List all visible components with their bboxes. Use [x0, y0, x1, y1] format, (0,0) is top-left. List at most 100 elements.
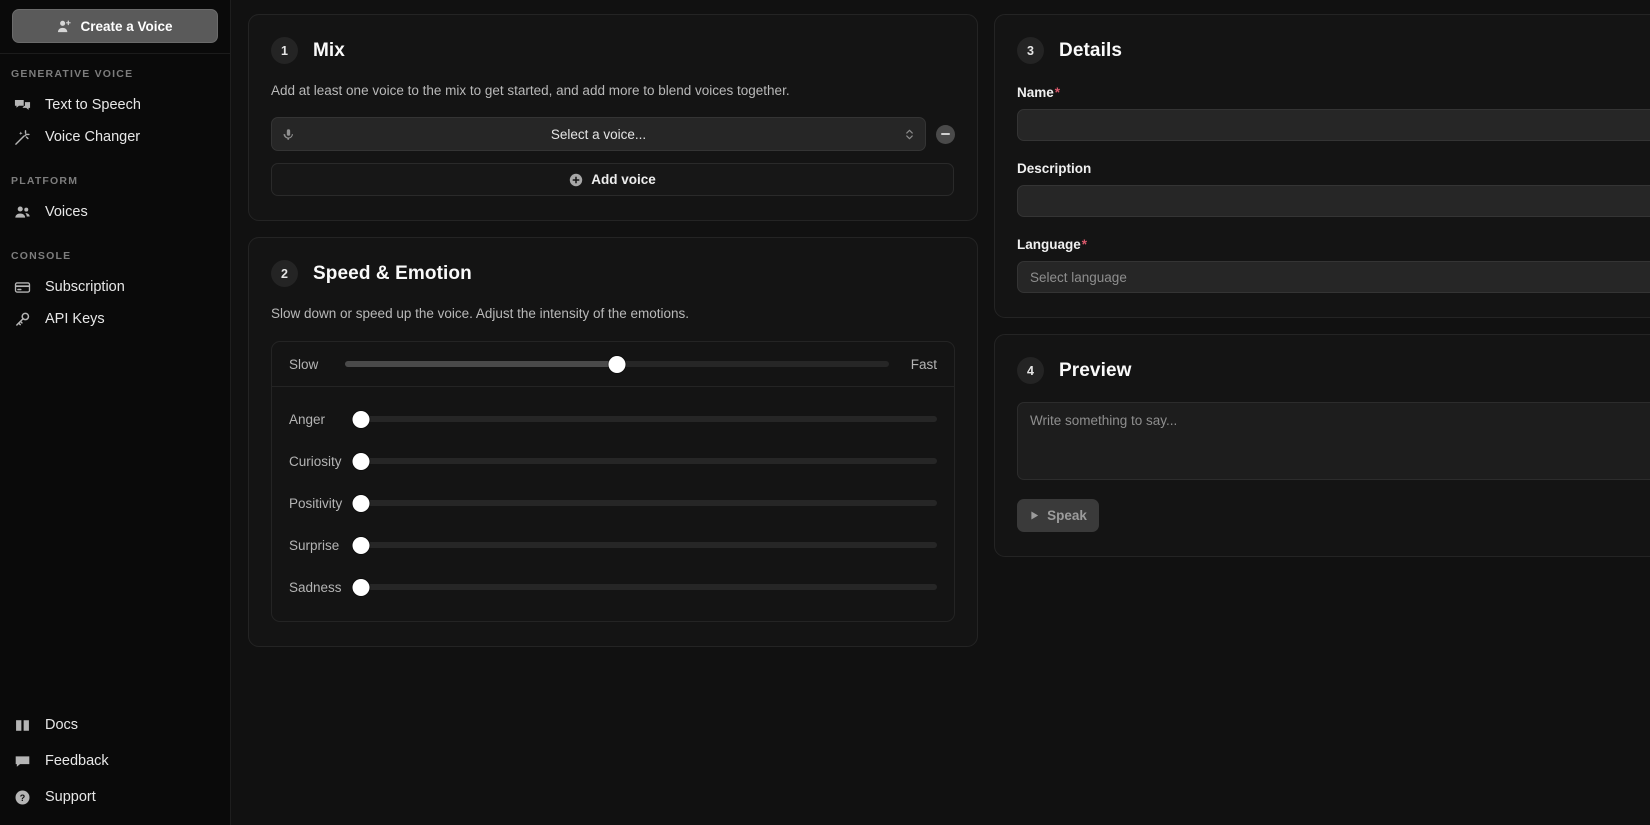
details-card: 3 Details Name* Description Language* Se… — [994, 14, 1650, 318]
microphone-icon — [282, 128, 295, 141]
add-voice-button[interactable]: Add voice — [271, 163, 954, 196]
left-column: 1 Mix Add at least one voice to the mix … — [248, 14, 978, 811]
sidebar-item-feedback[interactable]: Feedback — [0, 743, 230, 779]
emotion-label: Sadness — [289, 580, 361, 595]
slider-track — [361, 416, 937, 422]
speech-bubbles-icon — [12, 97, 32, 114]
name-input[interactable] — [1017, 109, 1650, 141]
details-header: 3 Details — [1017, 37, 1650, 64]
emotion-slider-sadness[interactable] — [361, 578, 937, 596]
sidebar-item-text-to-speech[interactable]: Text to Speech — [0, 89, 230, 121]
emotion-label: Curiosity — [289, 454, 361, 469]
sidebar-item-subscription[interactable]: Subscription — [0, 271, 230, 303]
sidebar-item-voice-changer[interactable]: Voice Changer — [0, 121, 230, 153]
play-icon — [1029, 510, 1040, 521]
credit-card-icon — [12, 279, 32, 296]
add-voice-label: Add voice — [591, 172, 656, 187]
sidebar-item-label: Feedback — [45, 753, 109, 769]
sidebar-group-label: GENERATIVE VOICE — [0, 68, 230, 80]
right-column: 3 Details Name* Description Language* Se… — [994, 14, 1650, 811]
speak-label: Speak — [1047, 508, 1087, 523]
language-field-label: Language* — [1017, 237, 1650, 252]
slider-thumb[interactable] — [353, 537, 370, 554]
mix-header: 1 Mix — [271, 37, 955, 64]
emotion-slider-surprise[interactable] — [361, 536, 937, 554]
speed-slider-row: Slow Fast — [272, 342, 954, 387]
voice-select-dropdown[interactable]: Select a voice... — [271, 117, 926, 151]
speed-emotion-card: 2 Speed & Emotion Slow down or speed up … — [248, 237, 978, 647]
sidebar-header: Create a Voice — [0, 0, 230, 54]
create-a-voice-button[interactable]: Create a Voice — [12, 9, 218, 43]
preview-title: Preview — [1059, 360, 1132, 382]
step-badge-1: 1 — [271, 37, 298, 64]
question-circle-icon: ? — [12, 789, 32, 806]
step-badge-2: 2 — [271, 260, 298, 287]
app-root: Create a Voice GENERATIVE VOICE Text to … — [0, 0, 1650, 825]
description-field-label: Description — [1017, 161, 1650, 176]
sidebar: Create a Voice GENERATIVE VOICE Text to … — [0, 0, 231, 825]
emotion-slider-curiosity[interactable] — [361, 452, 937, 470]
emotion-slider-anger[interactable] — [361, 410, 937, 428]
sidebar-item-docs[interactable]: Docs — [0, 707, 230, 743]
emotion-label: Anger — [289, 412, 361, 427]
speed-emotion-header: 2 Speed & Emotion — [271, 260, 955, 287]
sidebar-item-label: Voices — [45, 204, 88, 220]
speed-emotion-title: Speed & Emotion — [313, 263, 472, 285]
mix-card: 1 Mix Add at least one voice to the mix … — [248, 14, 978, 221]
slider-thumb[interactable] — [353, 411, 370, 428]
sidebar-item-label: Support — [45, 789, 96, 805]
mix-description: Add at least one voice to the mix to get… — [271, 83, 955, 98]
slider-thumb[interactable] — [353, 579, 370, 596]
sidebar-group-generative-voice: GENERATIVE VOICE Text to Speech — [0, 68, 230, 153]
main-content: 1 Mix Add at least one voice to the mix … — [231, 0, 1650, 825]
sidebar-item-api-keys[interactable]: API Keys — [0, 303, 230, 335]
minus-circle-icon — [941, 133, 950, 135]
sidebar-group-platform: PLATFORM Voices — [0, 175, 230, 228]
language-required-marker: * — [1082, 237, 1087, 252]
speed-slow-label: Slow — [289, 357, 331, 372]
step-badge-4: 4 — [1017, 357, 1044, 384]
description-label-text: Description — [1017, 161, 1091, 176]
preview-textarea[interactable]: Write something to say... — [1017, 402, 1650, 480]
voice-select-label: Select a voice... — [272, 127, 925, 142]
language-label-text: Language — [1017, 237, 1081, 252]
key-icon — [12, 311, 32, 328]
name-required-marker: * — [1055, 85, 1060, 100]
sidebar-item-label: Voice Changer — [45, 129, 140, 145]
speak-button[interactable]: Speak — [1017, 499, 1099, 532]
preview-header: 4 Preview — [1017, 357, 1650, 384]
chat-icon — [12, 753, 32, 770]
remove-voice-button[interactable] — [936, 125, 955, 144]
slider-thumb[interactable] — [353, 495, 370, 512]
step-badge-3: 3 — [1017, 37, 1044, 64]
sidebar-footer: Docs Feedback ? Support — [0, 707, 230, 825]
description-input[interactable] — [1017, 185, 1650, 217]
sidebar-nav: GENERATIVE VOICE Text to Speech — [0, 54, 230, 707]
emotion-row-positivity: Positivity — [289, 482, 937, 524]
sidebar-item-support[interactable]: ? Support — [0, 779, 230, 815]
speed-fast-label: Fast — [903, 357, 937, 372]
speed-slider[interactable] — [345, 355, 889, 373]
slider-thumb[interactable] — [609, 356, 626, 373]
emotion-sliders-list: Anger Curiosity — [272, 387, 954, 621]
sidebar-item-label: Docs — [45, 717, 78, 733]
details-title: Details — [1059, 40, 1122, 62]
sidebar-item-voices[interactable]: Voices — [0, 196, 230, 228]
slider-track — [361, 458, 937, 464]
emotion-row-curiosity: Curiosity — [289, 440, 937, 482]
book-icon — [12, 717, 32, 734]
language-select[interactable]: Select language — [1017, 261, 1650, 293]
name-field-label: Name* — [1017, 85, 1650, 100]
mix-title: Mix — [313, 40, 345, 62]
emotion-row-sadness: Sadness — [289, 566, 937, 608]
slider-track — [361, 542, 937, 548]
user-plus-icon — [57, 19, 72, 34]
sidebar-item-label: API Keys — [45, 311, 105, 327]
slider-track — [361, 500, 937, 506]
emotion-slider-positivity[interactable] — [361, 494, 937, 512]
emotion-row-surprise: Surprise — [289, 524, 937, 566]
emotion-row-anger: Anger — [289, 398, 937, 440]
voice-row: Select a voice... — [271, 117, 955, 151]
slider-thumb[interactable] — [353, 453, 370, 470]
sliders-panel: Slow Fast Anger — [271, 341, 955, 622]
